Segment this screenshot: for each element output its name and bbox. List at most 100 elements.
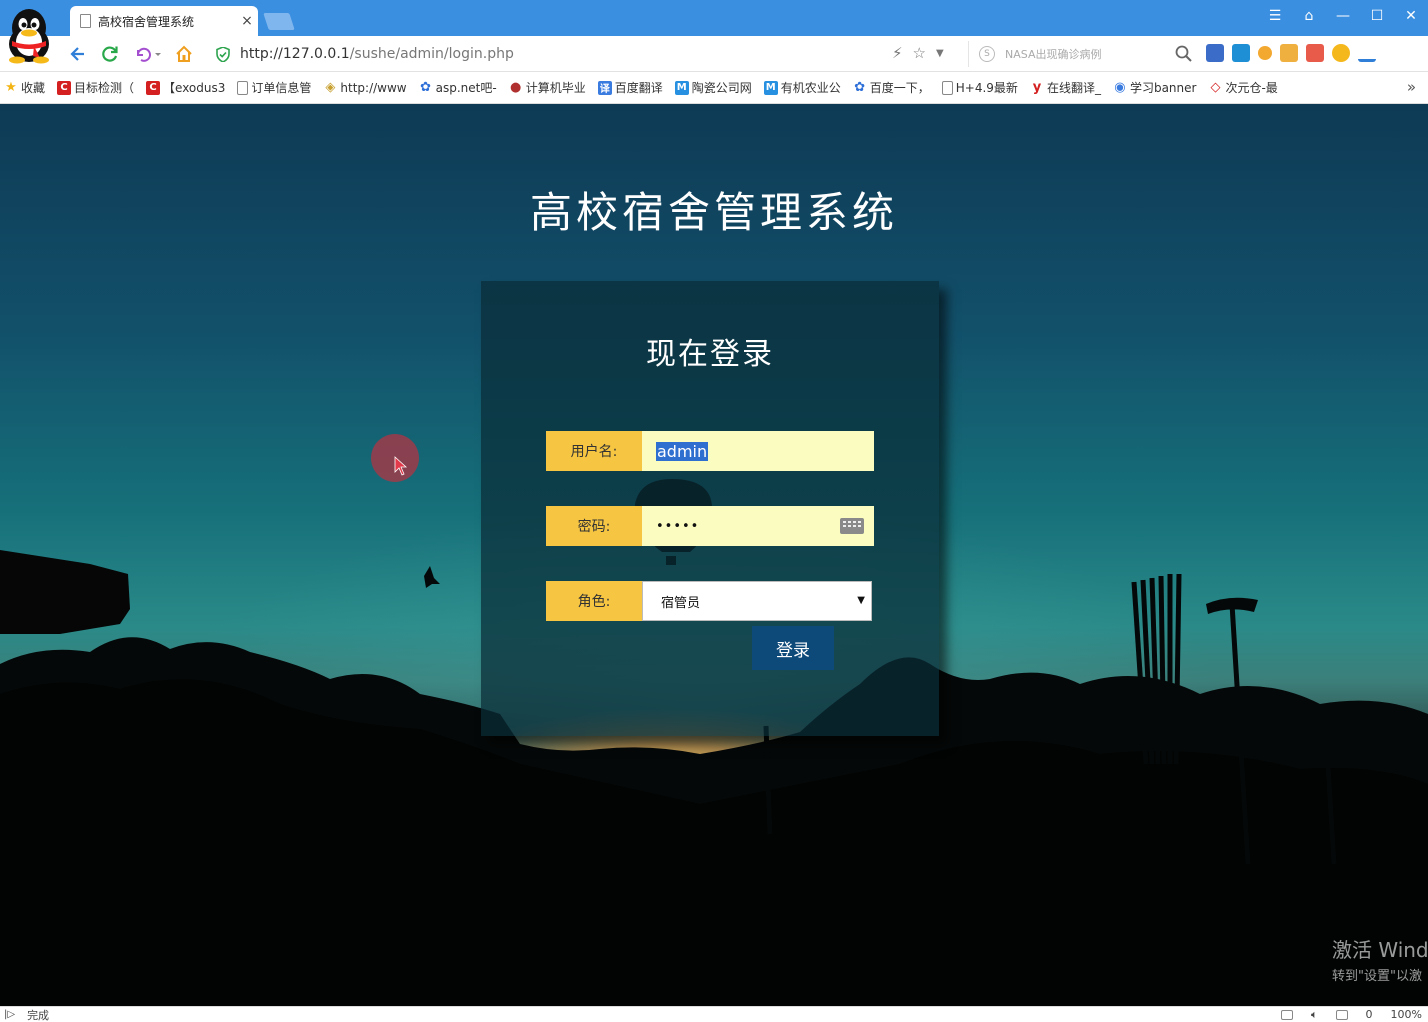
translate-icon: 译: [597, 80, 612, 95]
refresh-button[interactable]: [98, 42, 122, 66]
m-icon: M: [674, 80, 689, 95]
music-ext-icon[interactable]: [1306, 44, 1324, 62]
bookmarks-overflow-button[interactable]: »: [1407, 78, 1416, 96]
bookmark-item[interactable]: ✿ 百度一下，: [853, 79, 929, 96]
password-input[interactable]: •••••: [642, 506, 874, 546]
screenshot-ext-icon[interactable]: [1280, 44, 1298, 62]
sidebar-toggle-icon[interactable]: |▷: [4, 1009, 15, 1020]
password-row: 密码: •••••: [546, 506, 874, 546]
bookmark-label: asp.net吧-: [435, 81, 497, 95]
print-icon[interactable]: [1335, 1009, 1348, 1020]
bookmark-label: H+4.9最新: [955, 81, 1018, 95]
star-icon: ★: [5, 80, 17, 95]
skin-icon[interactable]: ⌂: [1292, 0, 1326, 32]
tab-title: 高校宿舍管理系统: [98, 14, 195, 29]
bookmark-label: 计算机毕业: [525, 81, 586, 95]
star-icon[interactable]: ☆: [913, 44, 926, 62]
bookmark-label: 学习banner: [1129, 81, 1197, 95]
tab-close-button[interactable]: ×: [236, 13, 258, 29]
bookmark-label: 有机农业公: [780, 81, 841, 95]
windows-activation-watermark: 激活 Wind 转到"设置"以激: [1332, 934, 1428, 984]
search-placeholder: NASA出现确诊病例: [1005, 48, 1102, 61]
new-tab-button[interactable]: [263, 13, 295, 30]
bookmark-label: 【exodus3: [163, 81, 226, 95]
page-viewport: 高校宿舍管理系统 现在登录 用户名: admin 密码: ••••• 角色: 宿…: [0, 104, 1428, 1006]
bookmark-label: 次元仓-最: [1225, 81, 1278, 95]
minimize-button[interactable]: —: [1326, 0, 1360, 32]
back-button[interactable]: [66, 42, 90, 66]
bookmark-item[interactable]: H+4.9最新: [941, 79, 1018, 96]
zoom-level[interactable]: 100%: [1391, 1008, 1422, 1021]
role-row: 角色: 宿管员 ▼: [546, 581, 874, 621]
bookmark-item[interactable]: ◇ 次元仓-最: [1208, 79, 1277, 96]
url-text[interactable]: http://127.0.0.1/sushe/admin/login.php: [240, 46, 514, 62]
login-heading: 现在登录: [646, 337, 774, 372]
bookmark-item[interactable]: ◉ 学习banner: [1113, 79, 1197, 96]
y-icon: y: [1032, 80, 1042, 95]
bookmark-item[interactable]: C 目标检测（: [57, 79, 134, 96]
chevron-down-icon[interactable]: ▼: [936, 48, 944, 59]
username-value: admin: [656, 441, 709, 461]
qq-browser-logo: [9, 9, 49, 64]
menu-icon[interactable]: ☰: [1258, 0, 1292, 32]
chrome-icon: ◉: [1114, 80, 1126, 95]
shield-icon: ◇: [1210, 80, 1221, 95]
role-select[interactable]: 宿管员 ▼: [642, 581, 872, 621]
watermark-line1: 激活 Wind: [1332, 938, 1428, 962]
address-actions: ⚡ ☆ ▼: [892, 44, 944, 62]
sound-icon[interactable]: 🔈︎: [1311, 1008, 1318, 1022]
close-window-button[interactable]: ✕: [1394, 0, 1428, 32]
layers-icon: ◈: [325, 80, 336, 95]
sogou-search-icon: S: [979, 46, 995, 62]
keyboard-icon[interactable]: [840, 518, 864, 534]
maximize-button[interactable]: ☐: [1360, 0, 1394, 32]
bookmark-item[interactable]: C 【exodus3: [146, 79, 225, 96]
search-ext-icon[interactable]: [1232, 44, 1250, 62]
extension-icons: [1206, 44, 1376, 62]
username-label: 用户名:: [546, 431, 652, 471]
username-input[interactable]: admin: [642, 431, 874, 471]
login-button[interactable]: 登录: [752, 626, 834, 670]
circle-icon: ●: [510, 80, 522, 95]
emoji-ext-icon[interactable]: [1332, 44, 1350, 62]
bookmark-item[interactable]: y 在线翻译_: [1030, 79, 1101, 96]
page-title: 高校宿舍管理系统: [529, 188, 898, 237]
bookmark-item[interactable]: ★ 收藏: [4, 79, 45, 96]
bookmark-label: 在线翻译_: [1046, 81, 1101, 95]
bookmark-item[interactable]: M 陶瓷公司网: [674, 79, 752, 96]
page-icon: [80, 14, 91, 28]
key-ext-icon[interactable]: [1258, 46, 1272, 60]
m-icon: M: [763, 80, 778, 95]
mouse-cursor-icon: [394, 456, 408, 476]
bookmark-item[interactable]: M 有机农业公: [763, 79, 841, 96]
c-icon: C: [146, 80, 161, 95]
browser-tab-active[interactable]: 高校宿舍管理系统 ×: [70, 6, 258, 36]
bookmark-item[interactable]: ✿ asp.net吧-: [419, 79, 497, 96]
password-value: •••••: [656, 518, 700, 534]
translate-ext-icon[interactable]: [1206, 44, 1224, 62]
bookmarks-bar: ★ 收藏 C 目标检测（ C 【exodus3 订单信息管 ◈ http://www ✿ asp.n…: [0, 72, 1428, 104]
adblock-count[interactable]: 0: [1366, 1008, 1373, 1021]
search-box[interactable]: S NASA出现确诊病例: [968, 41, 1194, 67]
security-status-icon[interactable]: [1280, 1009, 1293, 1020]
bookmark-item[interactable]: 译百度翻译: [597, 79, 663, 96]
status-bar: |▷ 完成 🔈︎ 0 100%: [0, 1006, 1428, 1022]
bookmark-label: 订单信息管: [251, 81, 312, 95]
username-row: 用户名: admin: [546, 431, 874, 471]
bookmark-item[interactable]: ● 计算机毕业: [509, 79, 586, 96]
home-button[interactable]: [172, 42, 196, 66]
bookmark-item[interactable]: ◈ http://www: [323, 80, 406, 95]
chevron-down-icon: ▼: [857, 595, 865, 606]
role-label: 角色:: [546, 581, 652, 621]
bookmark-item[interactable]: 订单信息管: [237, 79, 311, 96]
address-bar[interactable]: http://127.0.0.1/sushe/admin/login.php: [208, 41, 968, 67]
undo-close-tab-button[interactable]: [132, 42, 164, 66]
download-icon[interactable]: [1358, 44, 1376, 62]
secure-shield-icon: [216, 46, 230, 62]
lightning-icon[interactable]: ⚡: [892, 44, 903, 62]
arrow-left-icon: [70, 47, 84, 61]
c-icon: C: [57, 80, 72, 95]
magnifier-icon[interactable]: [1174, 44, 1194, 64]
watermark-line2: 转到"设置"以激: [1332, 969, 1422, 984]
bookmark-label: 百度翻译: [614, 81, 663, 95]
